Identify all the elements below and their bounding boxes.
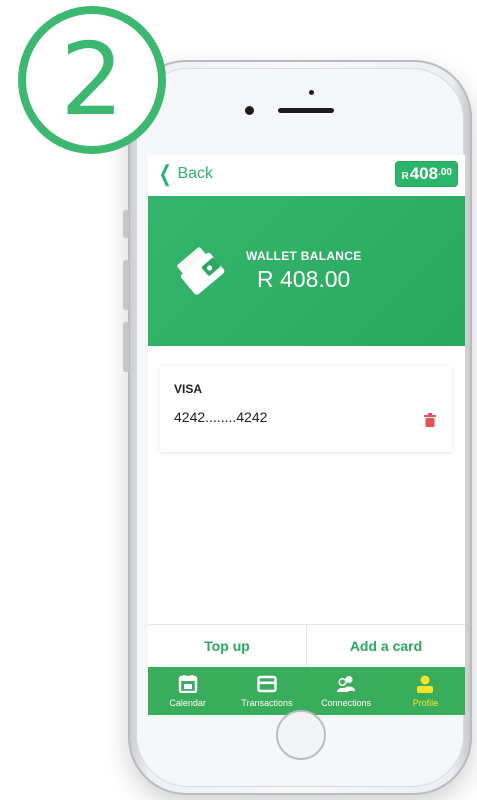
back-button[interactable]: ❮ Back	[156, 161, 214, 186]
tab-calendar[interactable]: Calendar	[148, 667, 227, 715]
wallet-header: WALLET BALANCE R 408.00	[148, 196, 465, 346]
phone-sensor	[309, 90, 314, 95]
phone-mute-switch	[123, 210, 129, 238]
tab-label: Calendar	[169, 698, 206, 708]
stage: 2 ❮ Back R 408 .00 WALLET BALANCE R 408.…	[0, 0, 477, 800]
tab-bar: Calendar Transactions Connections Profil…	[148, 667, 465, 715]
wallet-balance-amount: R 408.00	[257, 266, 351, 292]
phone-volume-up	[123, 260, 129, 310]
balance-currency: R	[401, 171, 409, 182]
card-brand: VISA	[174, 382, 203, 396]
phone-speaker	[278, 108, 334, 113]
phone-frame: ❮ Back R 408 .00 WALLET BALANCE R 408.00…	[123, 60, 472, 795]
card-list-item[interactable]: VISA 4242........4242	[160, 366, 452, 452]
card-icon	[257, 675, 277, 693]
step-number-badge: 2	[18, 6, 166, 154]
app-screen: ❮ Back R 408 .00 WALLET BALANCE R 408.00…	[148, 155, 465, 715]
tab-label: Profile	[412, 698, 439, 708]
cards-list: VISA 4242........4242	[148, 346, 465, 626]
nav-bar: ❮ Back R 408 .00	[148, 155, 465, 195]
tab-connections[interactable]: Connections	[307, 667, 386, 715]
profile-icon	[417, 675, 434, 693]
phone-home-button[interactable]	[276, 710, 326, 760]
wallet-actions: Top up Add a card	[148, 624, 465, 667]
wallet-icon	[177, 247, 225, 295]
tab-label: Transactions	[241, 698, 293, 708]
chevron-left-icon: ❮	[158, 161, 172, 186]
phone-volume-down	[123, 322, 129, 372]
card-number: 4242........4242	[174, 409, 268, 425]
connections-icon	[337, 676, 356, 692]
balance-badge: R 408 .00	[395, 161, 458, 187]
tab-transactions[interactable]: Transactions	[227, 667, 306, 715]
phone-camera	[245, 106, 254, 115]
back-label: Back	[177, 165, 214, 182]
add-card-button[interactable]: Add a card	[306, 625, 465, 667]
trash-icon[interactable]	[424, 413, 436, 427]
balance-cents: .00	[438, 167, 452, 178]
balance-main: 408	[409, 164, 439, 183]
step-number: 2	[60, 21, 124, 138]
wallet-balance-label: WALLET BALANCE	[246, 249, 362, 263]
tab-label: Connections	[321, 698, 372, 708]
tab-profile[interactable]: Profile	[386, 667, 465, 715]
top-up-button[interactable]: Top up	[148, 625, 306, 667]
calendar-icon	[178, 675, 197, 693]
